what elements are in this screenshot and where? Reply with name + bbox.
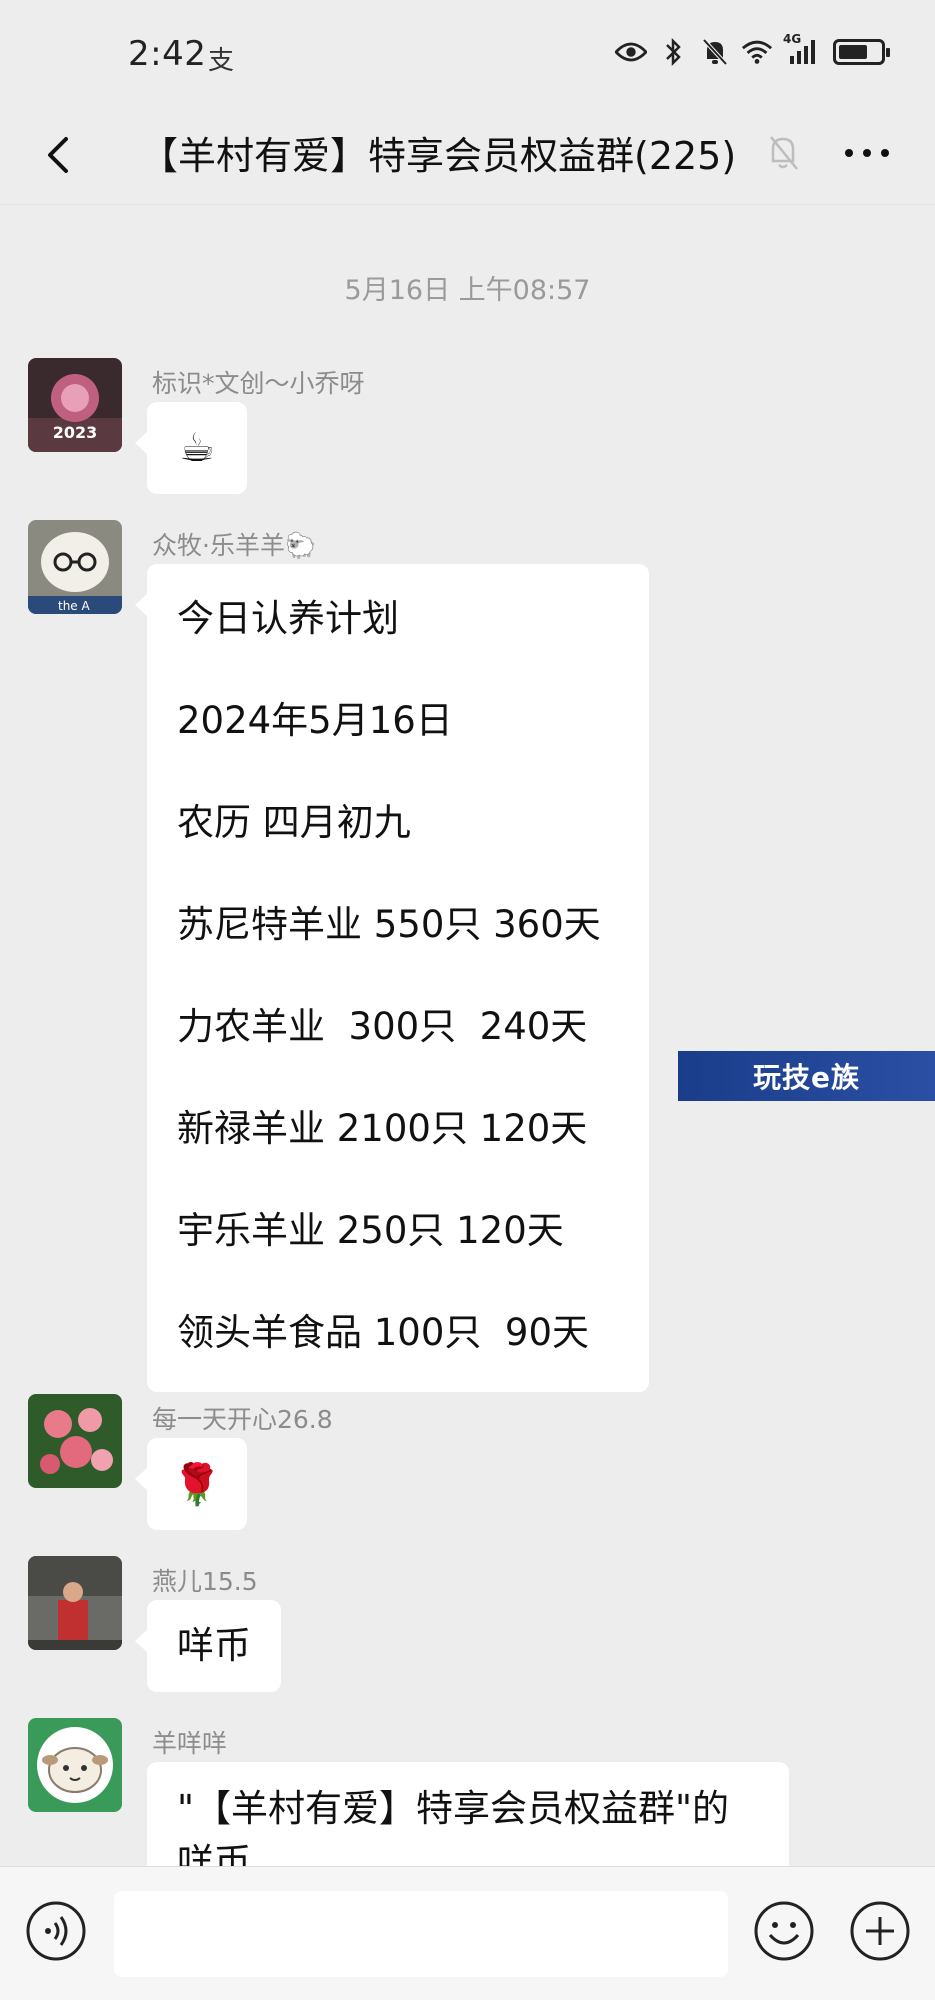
watermark-logo: 玩技e族 — [678, 1051, 935, 1101]
status-time: 2:42 — [128, 34, 207, 74]
message-text: 咩币 — [177, 1624, 251, 1667]
sender-name: 燕儿15.5 — [152, 1567, 258, 1596]
bell-off-icon — [699, 36, 731, 68]
message-line: 新禄羊业 2100只 120天 — [177, 1107, 588, 1150]
bell-off-icon — [763, 129, 803, 177]
battery-level — [839, 45, 867, 59]
plus-icon[interactable] — [848, 1899, 912, 1963]
message-bubble[interactable]: "【羊村有爱】特享会员权益群"的 咩币 — [147, 1762, 789, 1866]
message-input-bar — [0, 1866, 935, 2000]
rose-emoji: 🌹 — [172, 1461, 222, 1508]
eye-icon — [615, 36, 647, 68]
message-bubble[interactable]: 今日认养计划 2024年5月16日 农历 四月初九苏尼特羊业 550只 360天 力农… — [135, 564, 649, 1392]
message-line: 农历 四月初九 — [177, 801, 411, 844]
message-bubble[interactable]: 咩币 — [135, 1600, 281, 1692]
avatar[interactable] — [28, 1718, 122, 1812]
chat-header: 【羊村有爱】特享会员权益群(225) — [0, 105, 935, 205]
coffee-emoji: ☕ — [179, 425, 215, 471]
message-line: 领头羊食品 100只 90天 — [177, 1311, 589, 1354]
more-icon[interactable] — [839, 131, 895, 175]
message-text-continued: 咩币 — [177, 1841, 251, 1866]
battery-icon — [833, 39, 890, 65]
message-line: 苏尼特羊业 550只 360天 — [177, 903, 601, 946]
message-bubble[interactable]: ☕ — [135, 402, 247, 494]
message-line: 力农羊业 300只 240天 — [177, 1005, 588, 1048]
chat-title: 【羊村有爱】特享会员权益群(225) — [140, 134, 737, 178]
message-input[interactable] — [114, 1891, 728, 1977]
message-text: "【羊村有爱】特享会员权益群"的 — [177, 1787, 730, 1830]
sender-name: 每一天开心26.8 — [152, 1405, 333, 1434]
voice-icon[interactable] — [24, 1899, 88, 1963]
message-bubble[interactable]: 🌹 — [135, 1438, 247, 1530]
avatar[interactable] — [28, 1394, 122, 1488]
status-bar: 2:42 支 4G — [0, 0, 935, 105]
message-text: 今日认养计划 2024年5月16日 农历 四月初九苏尼特羊业 550只 360天 力农… — [147, 568, 649, 1384]
sender-name: 标识*文创～小乔呀 — [152, 369, 365, 398]
signal-icon: 4G — [783, 32, 823, 68]
alipay-status-icon: 支 — [208, 46, 235, 76]
message-line: 今日认养计划 — [177, 597, 399, 640]
svg-text:2023: 2023 — [53, 423, 98, 442]
wifi-icon — [741, 36, 773, 68]
message-line: 宇乐羊业 250只 120天 — [177, 1209, 564, 1252]
sender-name: 众牧·乐羊羊🐑 — [152, 531, 317, 560]
message-timestamp: 5月16日 上午08:57 — [344, 275, 591, 306]
message-line: 2024年5月16日 — [177, 699, 453, 742]
avatar[interactable]: 2023 — [28, 358, 122, 452]
emoji-icon[interactable] — [752, 1899, 816, 1963]
bluetooth-icon — [657, 36, 689, 68]
network-type: 4G — [783, 32, 802, 46]
avatar[interactable]: the A — [28, 520, 122, 614]
chat-message-list[interactable]: 5月16日 上午08:57 2023 标识*文创～小乔呀 ☕ the A 众牧·… — [0, 206, 935, 1866]
avatar[interactable] — [28, 1556, 122, 1650]
status-icons: 4G — [615, 32, 890, 68]
sender-name: 羊咩咩 — [152, 1729, 228, 1758]
back-arrow-icon[interactable] — [32, 127, 88, 183]
svg-text:the A: the A — [58, 599, 91, 613]
